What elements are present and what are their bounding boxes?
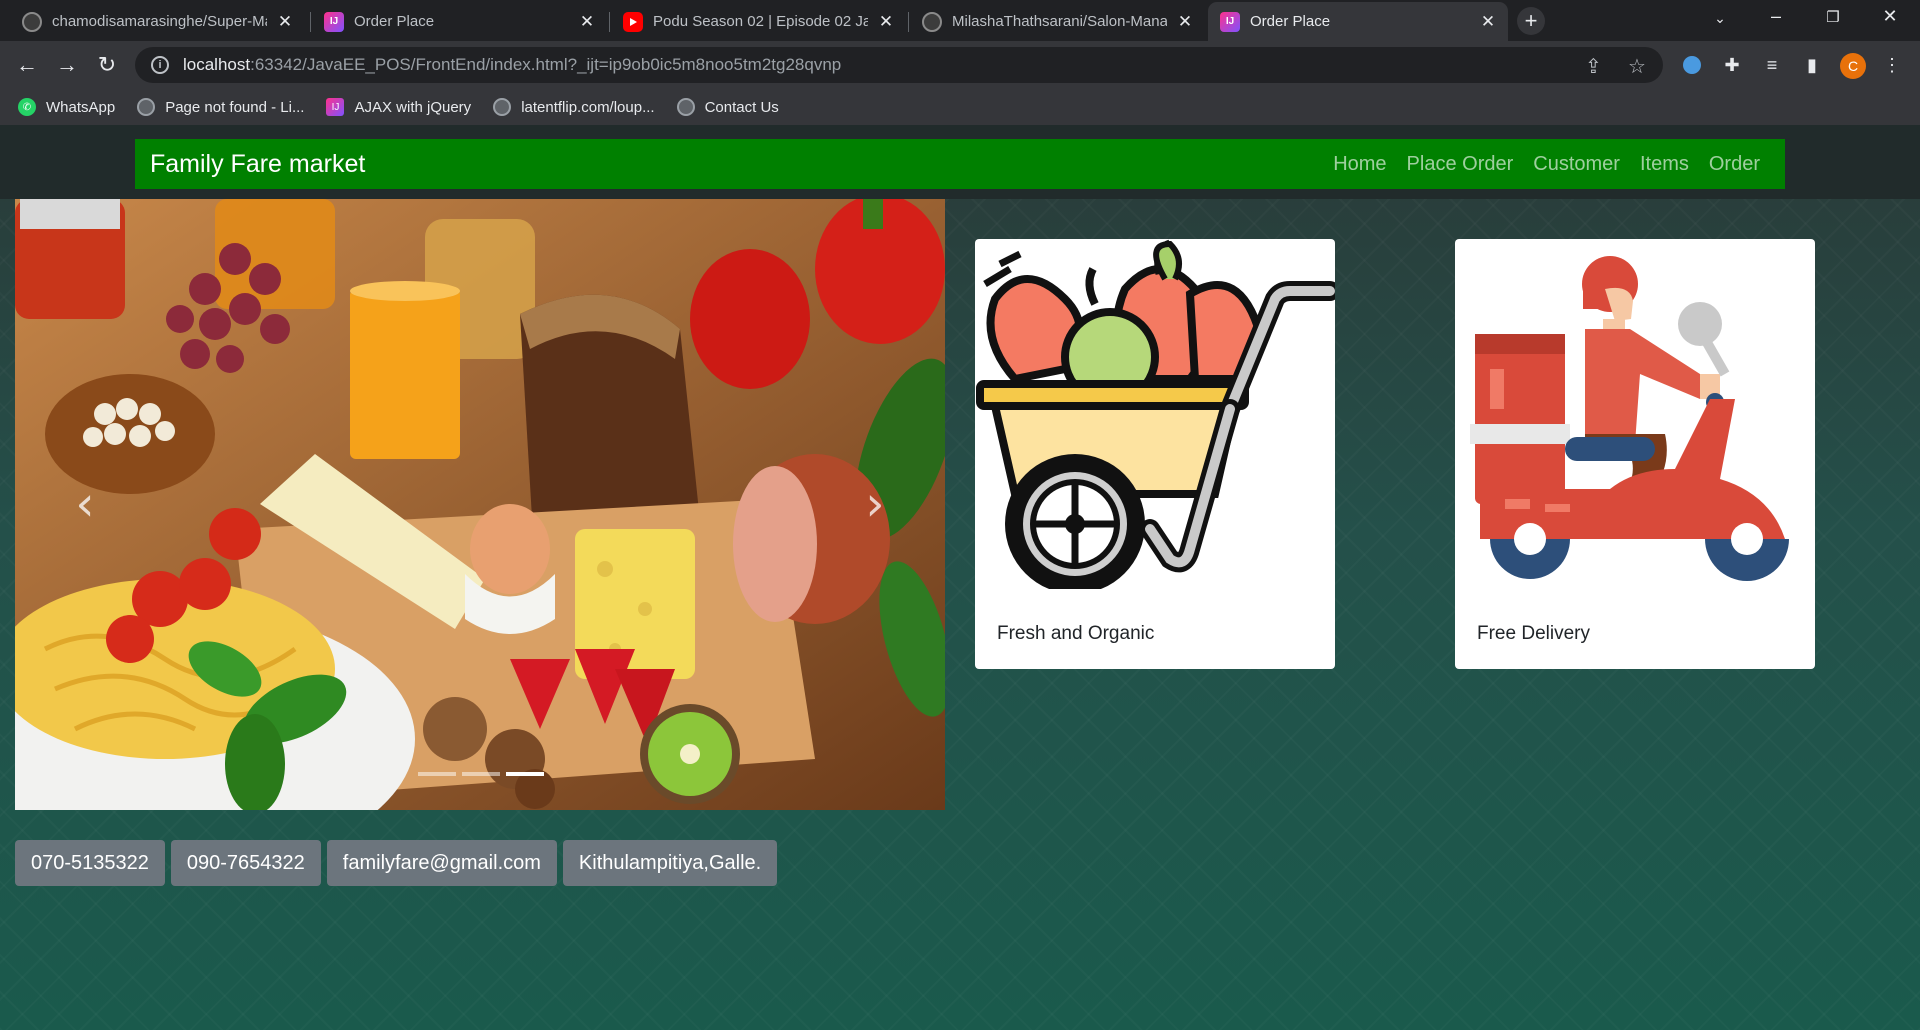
- carousel-indicator-3[interactable]: [506, 772, 544, 776]
- bookmark-whatsapp[interactable]: ✆ WhatsApp: [18, 98, 115, 116]
- image-carousel[interactable]: ‹ ›: [15, 199, 945, 810]
- browser-toolbar: ← → ↻ i localhost:63342/JavaEE_POS/Front…: [0, 41, 1920, 89]
- forward-button[interactable]: →: [52, 50, 82, 80]
- intellij-icon: IJ: [326, 98, 345, 116]
- close-tab-icon[interactable]: ✕: [878, 12, 894, 32]
- bookmark-latentflip[interactable]: latentflip.com/loup...: [493, 98, 655, 116]
- site-info-icon[interactable]: i: [151, 56, 169, 74]
- youtube-icon: [623, 11, 643, 32]
- phone-1-button[interactable]: 070-5135322: [15, 840, 165, 886]
- intellij-icon: IJ: [324, 11, 344, 32]
- bookmarks-bar: ✆ WhatsApp Page not found - Li... IJ AJAX …: [0, 89, 1920, 125]
- url-text: localhost:63342/JavaEE_POS/FrontEnd/inde…: [183, 55, 842, 74]
- tab-strip: chamodisamarasinghe/Super-Ma ✕ IJ Order …: [0, 0, 1920, 41]
- nav-order[interactable]: Order: [1709, 153, 1760, 176]
- carousel-indicator-2[interactable]: [462, 772, 500, 776]
- tab-github-super-market[interactable]: chamodisamarasinghe/Super-Ma ✕: [10, 2, 305, 41]
- nav-customer[interactable]: Customer: [1533, 153, 1620, 176]
- page-viewport: Family Fare market Home Place Order Cust…: [0, 125, 1920, 1030]
- card-caption: Fresh and Organic: [997, 623, 1155, 644]
- phone-2-button[interactable]: 090-7654322: [170, 840, 321, 886]
- intellij-icon: IJ: [1220, 11, 1240, 32]
- bookmark-contact-us[interactable]: Contact Us: [676, 98, 779, 116]
- carousel-indicators: [415, 772, 547, 776]
- share-icon[interactable]: ⇪: [1585, 54, 1602, 79]
- reload-button[interactable]: ↻: [92, 50, 122, 80]
- close-tab-icon[interactable]: ✕: [579, 12, 595, 32]
- profile-avatar[interactable]: C: [1840, 53, 1866, 79]
- tab-order-place-1[interactable]: IJ Order Place ✕: [312, 2, 607, 41]
- nav-links: Home Place Order Customer Items Order: [1313, 153, 1760, 176]
- tab-title: Podu Season 02 | Episode 02 Jan: [653, 13, 868, 30]
- brand-logo-text[interactable]: Family Fare market: [150, 150, 365, 179]
- carousel-prev-button[interactable]: ‹: [60, 476, 110, 532]
- nav-items[interactable]: Items: [1640, 153, 1689, 176]
- globe-icon: [493, 98, 512, 116]
- tab-github-salon[interactable]: MilashaThathsarani/Salon-Manag ✕: [910, 2, 1205, 41]
- card-caption: Free Delivery: [1477, 623, 1590, 644]
- tab-youtube-podu[interactable]: Podu Season 02 | Episode 02 Jan ✕: [611, 2, 906, 41]
- grocery-photo: [15, 199, 945, 810]
- extensions-puzzle-icon[interactable]: ✚: [1720, 53, 1744, 77]
- contact-buttons: 070-5135322 090-7654322 familyfare@gmail…: [15, 840, 783, 886]
- site-navbar: Family Fare market Home Place Order Cust…: [135, 139, 1785, 189]
- delivery-scooter-icon: [1470, 256, 1789, 581]
- whatsapp-icon: ✆: [18, 98, 36, 116]
- tab-title: MilashaThathsarani/Salon-Manag: [952, 13, 1167, 30]
- tab-title: chamodisamarasinghe/Super-Ma: [52, 13, 267, 30]
- github-icon: [922, 11, 942, 32]
- address-button[interactable]: Kithulampitiya,Galle.: [562, 840, 778, 886]
- tab-search-icon[interactable]: ⌄: [1700, 10, 1740, 27]
- close-window-button[interactable]: ✕: [1870, 6, 1910, 27]
- card-fresh-organic[interactable]: Fresh and Organic: [975, 239, 1335, 669]
- carousel-indicator-1[interactable]: [418, 772, 456, 776]
- side-panel-icon[interactable]: ▮: [1800, 53, 1824, 77]
- close-tab-icon[interactable]: ✕: [1177, 12, 1193, 32]
- bookmark-ajax-jquery[interactable]: IJ AJAX with jQuery: [326, 98, 471, 116]
- new-tab-button[interactable]: +: [1517, 7, 1545, 35]
- nav-home[interactable]: Home: [1333, 153, 1386, 176]
- extension-icon[interactable]: [1680, 53, 1704, 77]
- close-tab-icon[interactable]: ✕: [1480, 12, 1496, 32]
- tab-order-place-active[interactable]: IJ Order Place ✕: [1208, 2, 1508, 41]
- tab-title: Order Place: [354, 13, 435, 30]
- bookmark-page-not-found[interactable]: Page not found - Li...: [137, 98, 304, 116]
- email-button[interactable]: familyfare@gmail.com: [326, 840, 557, 886]
- tab-title: Order Place: [1250, 13, 1331, 30]
- bookmark-star-icon[interactable]: ☆: [1628, 54, 1646, 79]
- address-bar[interactable]: i localhost:63342/JavaEE_POS/FrontEnd/in…: [135, 47, 1663, 83]
- media-control-icon[interactable]: ≡: [1760, 53, 1784, 77]
- globe-icon: [676, 98, 695, 116]
- shopping-cart-vegetables-icon: [976, 239, 1335, 589]
- close-tab-icon[interactable]: ✕: [277, 12, 293, 32]
- carousel-next-button[interactable]: ›: [850, 476, 900, 532]
- nav-place-order[interactable]: Place Order: [1407, 153, 1514, 176]
- back-button[interactable]: ←: [12, 50, 42, 80]
- github-icon: [22, 11, 42, 32]
- minimize-button[interactable]: –: [1756, 6, 1796, 27]
- restore-button[interactable]: ❐: [1813, 8, 1853, 26]
- card-free-delivery[interactable]: Free Delivery: [1455, 239, 1815, 669]
- menu-kebab-icon[interactable]: ⋮: [1880, 53, 1904, 77]
- globe-icon: [137, 98, 156, 116]
